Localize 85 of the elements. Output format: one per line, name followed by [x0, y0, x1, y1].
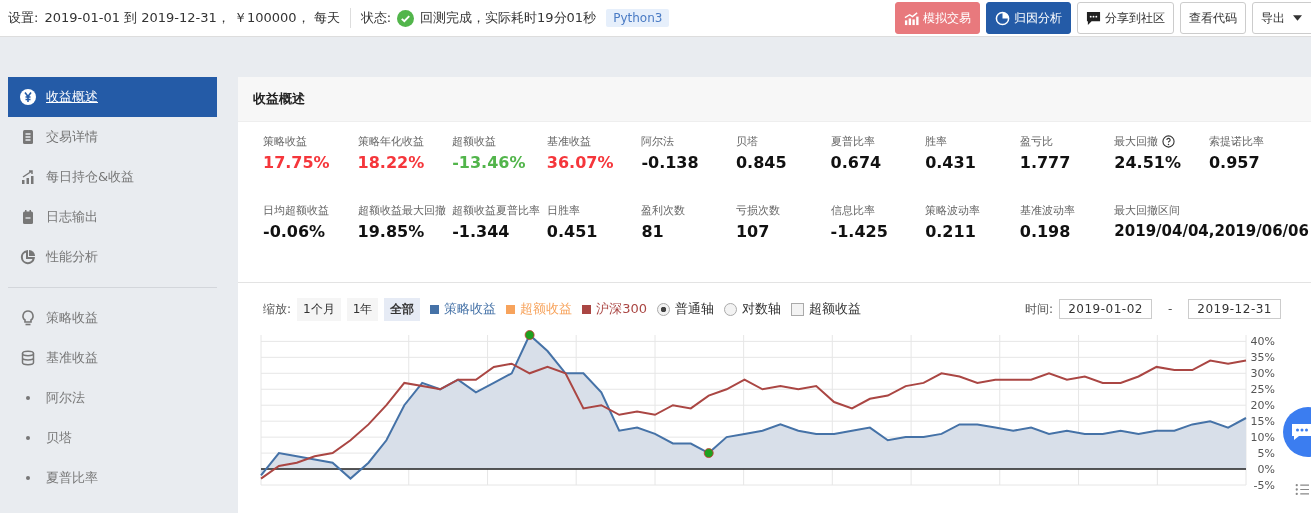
- sidebar-item[interactable]: 夏普比率: [8, 458, 217, 498]
- metric-value: 17.75%: [263, 153, 330, 172]
- legend-label[interactable]: 策略收益: [444, 300, 497, 318]
- metric-label: 贝塔: [735, 134, 758, 149]
- metric-label: 超额收益夏普比率: [452, 203, 541, 218]
- sidebar-item[interactable]: 日志输出: [8, 197, 217, 237]
- zoom-button[interactable]: 全部: [384, 297, 421, 321]
- y-tick-label: 40%: [1250, 335, 1275, 349]
- metric-label: 日胜率: [546, 203, 580, 218]
- metric-value: 0.845: [735, 153, 787, 172]
- y-tick-label: 30%: [1250, 367, 1275, 381]
- sidebar-item[interactable]: 基准收益: [8, 338, 217, 378]
- panel-title: 收益概述: [253, 90, 305, 108]
- status-text: 回测完成，实际耗时19分01秒: [420, 9, 597, 27]
- metric-value: 0.431: [925, 153, 976, 172]
- time-label: 时间:: [1025, 300, 1054, 318]
- zoom-button[interactable]: 1年: [346, 297, 379, 321]
- metric-label: 胜率: [925, 134, 948, 149]
- metric-label: 策略波动率: [925, 203, 981, 218]
- metric-label: 策略收益: [263, 134, 307, 149]
- y-tick-label: 10%: [1250, 431, 1275, 445]
- metric-value: 2019/04/04,2019/06/06: [1114, 222, 1309, 240]
- sidebar-item[interactable]: 收益概述: [8, 77, 217, 117]
- language-badge: Python3: [606, 9, 670, 27]
- status-label: 状态:: [360, 9, 392, 27]
- metric-value: 0.198: [1019, 222, 1071, 241]
- metric-value: 107: [735, 222, 770, 241]
- metric-value: 24.51%: [1114, 153, 1181, 172]
- metric-label: 基准收益: [546, 134, 591, 149]
- metric-value: -1.425: [830, 222, 888, 241]
- y-tick-label: 25%: [1250, 383, 1275, 397]
- metric-value: 36.07%: [546, 153, 614, 172]
- metric-label: 夏普比率: [830, 134, 875, 149]
- metric-value: 0.211: [925, 222, 976, 241]
- metric-value: 0.957: [1208, 153, 1260, 172]
- y-tick-label: 20%: [1250, 399, 1275, 413]
- metric-label: 亏损次数: [735, 203, 780, 218]
- toolbar-button[interactable]: 查看代码: [1180, 2, 1246, 34]
- metric-label: 最大回撤区间: [1114, 203, 1181, 218]
- settings-label: 设置:: [8, 9, 39, 27]
- sidebar-item[interactable]: 策略收益: [8, 298, 217, 338]
- settings-text: 2019-01-01 到 2019-12-31， ￥100000， 每天: [44, 9, 340, 27]
- y-tick-label: 5%: [1257, 447, 1275, 461]
- metric-label: 索提诺比率: [1208, 134, 1264, 149]
- metric-value: 18.22%: [357, 153, 425, 172]
- metric-value: -0.138: [641, 153, 699, 172]
- start-date-field[interactable]: 2019-01-02: [1059, 299, 1152, 319]
- metric-value: 0.674: [830, 153, 882, 172]
- zoom-label: 缩放:: [263, 300, 292, 318]
- metric-value: -1.344: [452, 222, 510, 241]
- sidebar-item[interactable]: 交易详情: [8, 117, 217, 157]
- radio-label: 对数轴: [742, 300, 782, 318]
- metric-value: 19.85%: [357, 222, 425, 241]
- metric-value: 0.451: [546, 222, 598, 241]
- metric-label: 超额收益: [452, 134, 497, 149]
- metric-label: 日均超额收益: [263, 203, 329, 218]
- toolbar-button[interactable]: 分享到社区: [1077, 2, 1174, 34]
- metric-value: -13.46%: [452, 153, 526, 172]
- metric-value: -0.06%: [263, 222, 326, 241]
- y-tick-label: 35%: [1250, 351, 1275, 365]
- toolbar-button[interactable]: 归因分析: [986, 2, 1071, 34]
- sidebar-item[interactable]: 每日持仓&收益: [8, 157, 217, 197]
- metric-label: 阿尔法: [641, 134, 675, 149]
- metric-label: 超额收益最大回撤: [357, 203, 446, 218]
- metric-label: 最大回撤: [1114, 134, 1159, 149]
- metric-label: 盈利次数: [641, 203, 686, 218]
- sidebar-item[interactable]: 阿尔法: [8, 378, 217, 418]
- y-tick-label: -5%: [1253, 479, 1275, 492]
- metric-value: 1.777: [1019, 153, 1071, 172]
- metric-label: 盈亏比: [1019, 134, 1053, 149]
- y-tick-label: 0%: [1257, 463, 1275, 477]
- metric-label: 信息比率: [830, 203, 875, 218]
- date-separator: -: [1167, 302, 1173, 316]
- legend-label[interactable]: 沪深300: [596, 300, 648, 318]
- metric-label: 基准波动率: [1019, 203, 1075, 218]
- sidebar-item[interactable]: 性能分析: [8, 237, 217, 277]
- metric-value: 81: [641, 222, 664, 241]
- export-dropdown[interactable]: 导出: [1252, 2, 1311, 34]
- checkbox-label: 超额收益: [809, 300, 862, 318]
- y-tick-label: 15%: [1250, 415, 1275, 429]
- radio-label: 普通轴: [675, 300, 715, 318]
- zoom-button[interactable]: 1个月: [297, 297, 341, 321]
- end-date-field[interactable]: 2019-12-31: [1188, 299, 1281, 319]
- sidebar-item[interactable]: 贝塔: [8, 418, 217, 458]
- metric-label: 策略年化收益: [357, 134, 424, 149]
